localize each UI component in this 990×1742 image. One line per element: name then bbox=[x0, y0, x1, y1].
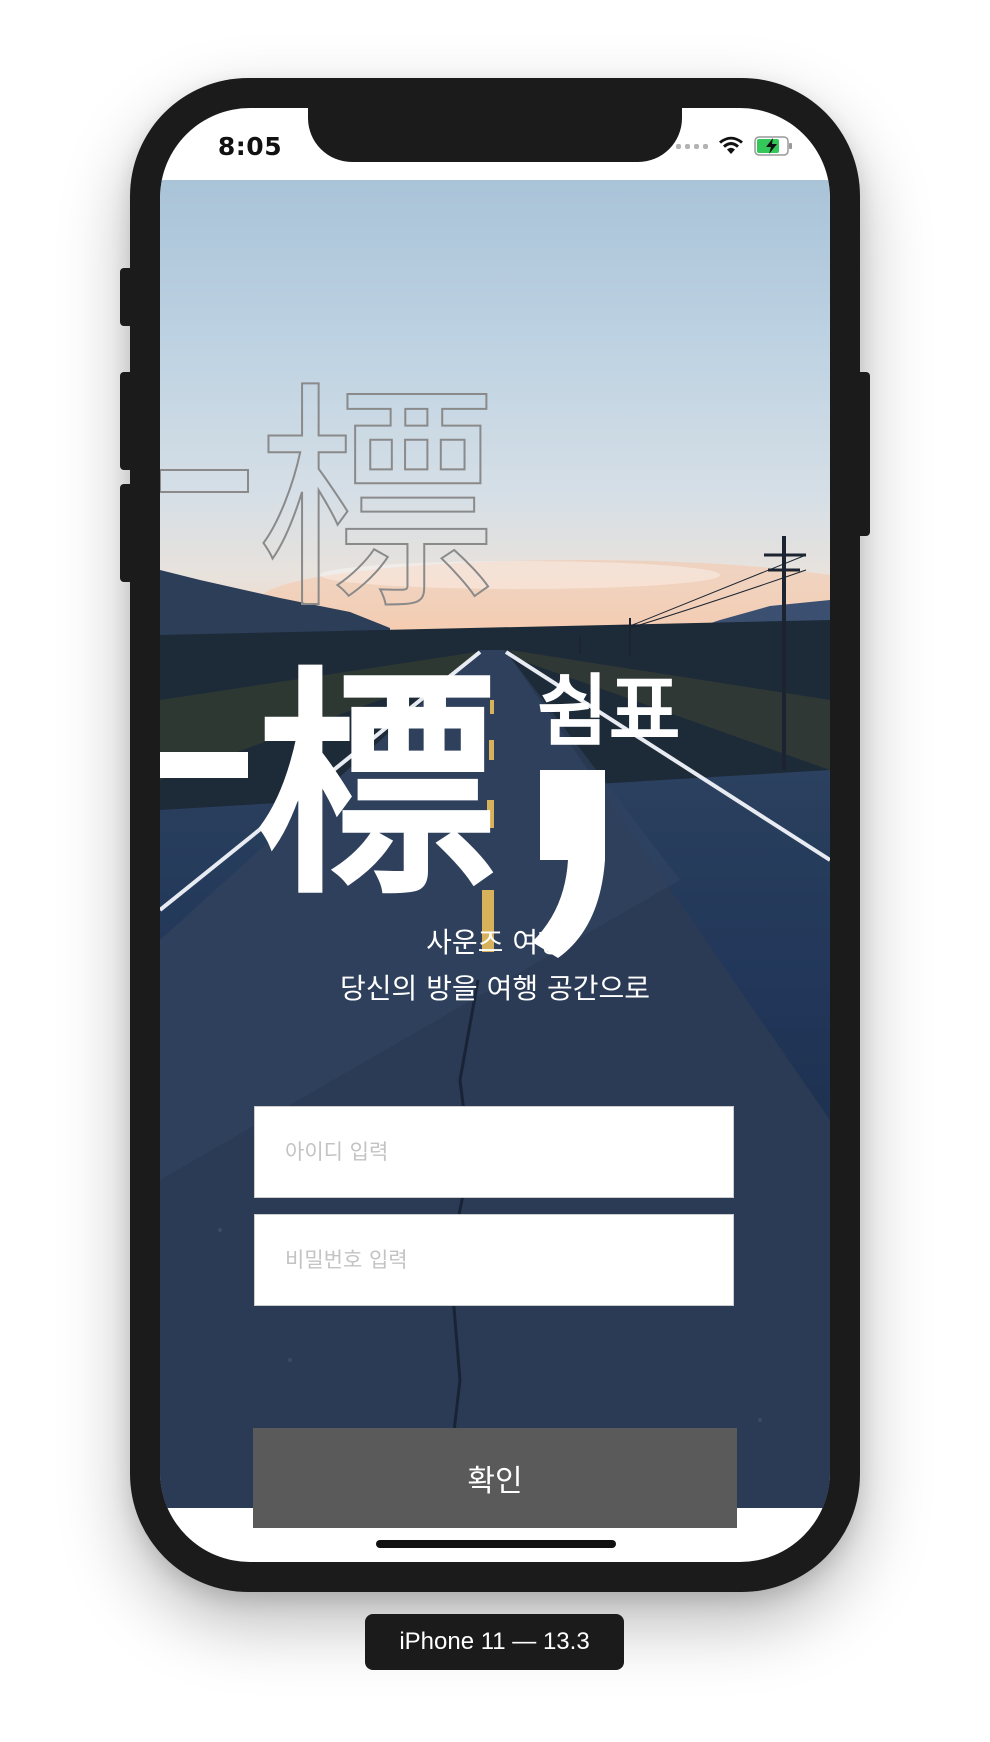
road-background: 標 標 쉼표 사운즈 여행 당신의 방을 여행 공간으로 bbox=[160, 180, 830, 1508]
password-input[interactable] bbox=[255, 1214, 733, 1306]
solid-hanja: 標 bbox=[256, 647, 496, 927]
tagline-line2: 당신의 방을 여행 공간으로 bbox=[339, 972, 651, 1005]
confirm-button[interactable]: 확인 bbox=[253, 1428, 737, 1528]
password-field[interactable] bbox=[254, 1214, 734, 1306]
brand-logo: 標 標 쉼표 bbox=[160, 361, 681, 958]
simulator-device-label: iPhone 11 — 13.3 bbox=[365, 1614, 624, 1670]
notch bbox=[308, 108, 682, 162]
outline-dash-glyph bbox=[160, 469, 249, 493]
id-field[interactable] bbox=[254, 1106, 734, 1198]
brand-name: 쉼표 bbox=[537, 667, 681, 757]
battery-charging-icon bbox=[754, 136, 792, 156]
id-input[interactable] bbox=[255, 1106, 733, 1198]
signal-dots-icon bbox=[676, 143, 708, 149]
home-indicator[interactable] bbox=[376, 1540, 616, 1548]
solid-dash-glyph bbox=[160, 752, 248, 778]
outline-hanja: 標 bbox=[256, 362, 496, 642]
status-icons bbox=[676, 136, 794, 156]
wifi-icon bbox=[719, 136, 743, 154]
phone-screen: 標 標 쉼표 사운즈 여행 당신의 방을 여행 공간으로 8:05 아이디 입력… bbox=[160, 108, 830, 1562]
tagline-line1: 사운즈 여행 bbox=[426, 926, 564, 959]
status-time: 8:05 bbox=[217, 132, 283, 161]
